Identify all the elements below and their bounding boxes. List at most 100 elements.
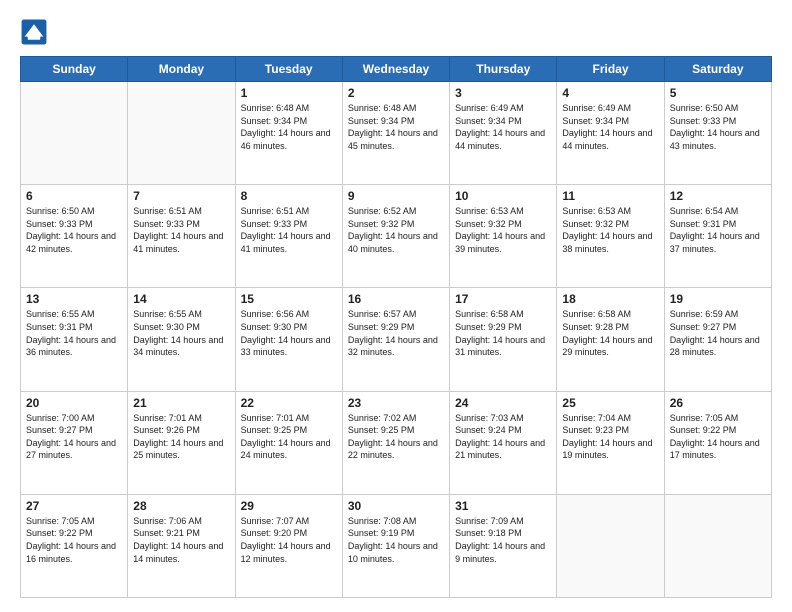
calendar-cell: 23 Sunrise: 7:02 AM Sunset: 9:25 PM Dayli… xyxy=(342,391,449,494)
day-number: 6 xyxy=(26,189,122,203)
calendar-cell: 14 Sunrise: 6:55 AM Sunset: 9:30 PM Dayli… xyxy=(128,288,235,391)
calendar-cell: 10 Sunrise: 6:53 AM Sunset: 9:32 PM Dayli… xyxy=(450,185,557,288)
calendar-cell: 7Sunrise: 6:51 AM Sunset: 9:33 PM Daylig… xyxy=(128,185,235,288)
calendar-cell: 25 Sunrise: 7:04 AM Sunset: 9:23 PM Dayli… xyxy=(557,391,664,494)
cell-info: Sunrise: 6:50 AM Sunset: 9:33 PM Dayligh… xyxy=(26,205,122,255)
calendar-cell: 6 Sunrise: 6:50 AM Sunset: 9:33 PM Daylig… xyxy=(21,185,128,288)
cell-info: Sunrise: 6:51 AM Sunset: 9:33 PM Dayligh… xyxy=(133,205,229,255)
calendar-cell: 18Sunrise: 6:58 AM Sunset: 9:28 PM Dayli… xyxy=(557,288,664,391)
cell-info: Sunrise: 7:05 AM Sunset: 9:22 PM Dayligh… xyxy=(670,412,766,462)
cell-info: Sunrise: 6:48 AM Sunset: 9:34 PM Dayligh… xyxy=(241,102,337,152)
cell-info: Sunrise: 6:55 AM Sunset: 9:31 PM Dayligh… xyxy=(26,308,122,358)
cell-info: Sunrise: 7:08 AM Sunset: 9:19 PM Dayligh… xyxy=(348,515,444,565)
day-number: 1 xyxy=(241,86,337,100)
calendar-cell xyxy=(128,82,235,185)
cell-info: Sunrise: 6:51 AM Sunset: 9:33 PM Dayligh… xyxy=(241,205,337,255)
calendar-header-friday: Friday xyxy=(557,57,664,82)
logo xyxy=(20,18,52,46)
calendar-header-monday: Monday xyxy=(128,57,235,82)
calendar-cell: 5 Sunrise: 6:50 AM Sunset: 9:33 PM Daylig… xyxy=(664,82,771,185)
day-number: 14 xyxy=(133,292,229,306)
day-number: 27 xyxy=(26,499,122,513)
cell-info: Sunrise: 7:05 AM Sunset: 9:22 PM Dayligh… xyxy=(26,515,122,565)
cell-info: Sunrise: 6:48 AM Sunset: 9:34 PM Dayligh… xyxy=(348,102,444,152)
day-number: 17 xyxy=(455,292,551,306)
day-number: 31 xyxy=(455,499,551,513)
calendar-cell: 30 Sunrise: 7:08 AM Sunset: 9:19 PM Dayli… xyxy=(342,494,449,597)
day-number: 28 xyxy=(133,499,229,513)
cell-info: Sunrise: 7:06 AM Sunset: 9:21 PM Dayligh… xyxy=(133,515,229,565)
day-number: 8 xyxy=(241,189,337,203)
day-number: 2 xyxy=(348,86,444,100)
calendar-cell: 12 Sunrise: 6:54 AM Sunset: 9:31 PM Dayli… xyxy=(664,185,771,288)
day-number: 30 xyxy=(348,499,444,513)
calendar-cell xyxy=(557,494,664,597)
cell-info: Sunrise: 6:52 AM Sunset: 9:32 PM Dayligh… xyxy=(348,205,444,255)
calendar-cell: 24 Sunrise: 7:03 AM Sunset: 9:24 PM Dayli… xyxy=(450,391,557,494)
calendar-row-0: 1 Sunrise: 6:48 AM Sunset: 9:34 PM Daylig… xyxy=(21,82,772,185)
cell-info: Sunrise: 6:50 AM Sunset: 9:33 PM Dayligh… xyxy=(670,102,766,152)
calendar-cell: 11 Sunrise: 6:53 AM Sunset: 9:32 PM Dayli… xyxy=(557,185,664,288)
day-number: 22 xyxy=(241,396,337,410)
calendar-header-saturday: Saturday xyxy=(664,57,771,82)
calendar-cell: 9 Sunrise: 6:52 AM Sunset: 9:32 PM Daylig… xyxy=(342,185,449,288)
calendar-cell xyxy=(21,82,128,185)
day-number: 21 xyxy=(133,396,229,410)
cell-info: Sunrise: 7:03 AM Sunset: 9:24 PM Dayligh… xyxy=(455,412,551,462)
calendar-table: SundayMondayTuesdayWednesdayThursdayFrid… xyxy=(20,56,772,598)
calendar-cell: 1 Sunrise: 6:48 AM Sunset: 9:34 PM Daylig… xyxy=(235,82,342,185)
day-number: 16 xyxy=(348,292,444,306)
cell-info: Sunrise: 7:01 AM Sunset: 9:25 PM Dayligh… xyxy=(241,412,337,462)
cell-info: Sunrise: 6:53 AM Sunset: 9:32 PM Dayligh… xyxy=(562,205,658,255)
calendar-cell xyxy=(664,494,771,597)
day-number: 18 xyxy=(562,292,658,306)
day-number: 12 xyxy=(670,189,766,203)
day-number: 23 xyxy=(348,396,444,410)
calendar-header-row: SundayMondayTuesdayWednesdayThursdayFrid… xyxy=(21,57,772,82)
cell-info: Sunrise: 7:02 AM Sunset: 9:25 PM Dayligh… xyxy=(348,412,444,462)
cell-info: Sunrise: 6:55 AM Sunset: 9:30 PM Dayligh… xyxy=(133,308,229,358)
cell-info: Sunrise: 7:00 AM Sunset: 9:27 PM Dayligh… xyxy=(26,412,122,462)
calendar-cell: 19Sunrise: 6:59 AM Sunset: 9:27 PM Dayli… xyxy=(664,288,771,391)
cell-info: Sunrise: 7:09 AM Sunset: 9:18 PM Dayligh… xyxy=(455,515,551,565)
calendar-header-sunday: Sunday xyxy=(21,57,128,82)
cell-info: Sunrise: 7:04 AM Sunset: 9:23 PM Dayligh… xyxy=(562,412,658,462)
cell-info: Sunrise: 6:53 AM Sunset: 9:32 PM Dayligh… xyxy=(455,205,551,255)
day-number: 25 xyxy=(562,396,658,410)
cell-info: Sunrise: 6:49 AM Sunset: 9:34 PM Dayligh… xyxy=(562,102,658,152)
calendar-cell: 4 Sunrise: 6:49 AM Sunset: 9:34 PM Daylig… xyxy=(557,82,664,185)
calendar-cell: 2 Sunrise: 6:48 AM Sunset: 9:34 PM Daylig… xyxy=(342,82,449,185)
cell-info: Sunrise: 6:49 AM Sunset: 9:34 PM Dayligh… xyxy=(455,102,551,152)
day-number: 11 xyxy=(562,189,658,203)
day-number: 29 xyxy=(241,499,337,513)
calendar-cell: 15 Sunrise: 6:56 AM Sunset: 9:30 PM Dayli… xyxy=(235,288,342,391)
calendar-cell: 29 Sunrise: 7:07 AM Sunset: 9:20 PM Dayli… xyxy=(235,494,342,597)
calendar-cell: 17 Sunrise: 6:58 AM Sunset: 9:29 PM Dayli… xyxy=(450,288,557,391)
calendar-cell: 13Sunrise: 6:55 AM Sunset: 9:31 PM Dayli… xyxy=(21,288,128,391)
calendar-cell: 16Sunrise: 6:57 AM Sunset: 9:29 PM Dayli… xyxy=(342,288,449,391)
calendar-header-tuesday: Tuesday xyxy=(235,57,342,82)
calendar-cell: 22 Sunrise: 7:01 AM Sunset: 9:25 PM Dayli… xyxy=(235,391,342,494)
day-number: 15 xyxy=(241,292,337,306)
cell-info: Sunrise: 6:58 AM Sunset: 9:29 PM Dayligh… xyxy=(455,308,551,358)
calendar-row-3: 20Sunrise: 7:00 AM Sunset: 9:27 PM Dayli… xyxy=(21,391,772,494)
day-number: 9 xyxy=(348,189,444,203)
day-number: 26 xyxy=(670,396,766,410)
day-number: 24 xyxy=(455,396,551,410)
cell-info: Sunrise: 6:56 AM Sunset: 9:30 PM Dayligh… xyxy=(241,308,337,358)
calendar-cell: 3Sunrise: 6:49 AM Sunset: 9:34 PM Daylig… xyxy=(450,82,557,185)
calendar-cell: 26 Sunrise: 7:05 AM Sunset: 9:22 PM Dayli… xyxy=(664,391,771,494)
cell-info: Sunrise: 6:59 AM Sunset: 9:27 PM Dayligh… xyxy=(670,308,766,358)
logo-icon xyxy=(20,18,48,46)
day-number: 5 xyxy=(670,86,766,100)
day-number: 4 xyxy=(562,86,658,100)
day-number: 10 xyxy=(455,189,551,203)
calendar-cell: 21 Sunrise: 7:01 AM Sunset: 9:26 PM Dayli… xyxy=(128,391,235,494)
calendar-row-4: 27 Sunrise: 7:05 AM Sunset: 9:22 PM Dayli… xyxy=(21,494,772,597)
calendar-cell: 8 Sunrise: 6:51 AM Sunset: 9:33 PM Daylig… xyxy=(235,185,342,288)
cell-info: Sunrise: 6:54 AM Sunset: 9:31 PM Dayligh… xyxy=(670,205,766,255)
cell-info: Sunrise: 7:07 AM Sunset: 9:20 PM Dayligh… xyxy=(241,515,337,565)
cell-info: Sunrise: 7:01 AM Sunset: 9:26 PM Dayligh… xyxy=(133,412,229,462)
calendar-row-2: 13Sunrise: 6:55 AM Sunset: 9:31 PM Dayli… xyxy=(21,288,772,391)
calendar-row-1: 6 Sunrise: 6:50 AM Sunset: 9:33 PM Daylig… xyxy=(21,185,772,288)
